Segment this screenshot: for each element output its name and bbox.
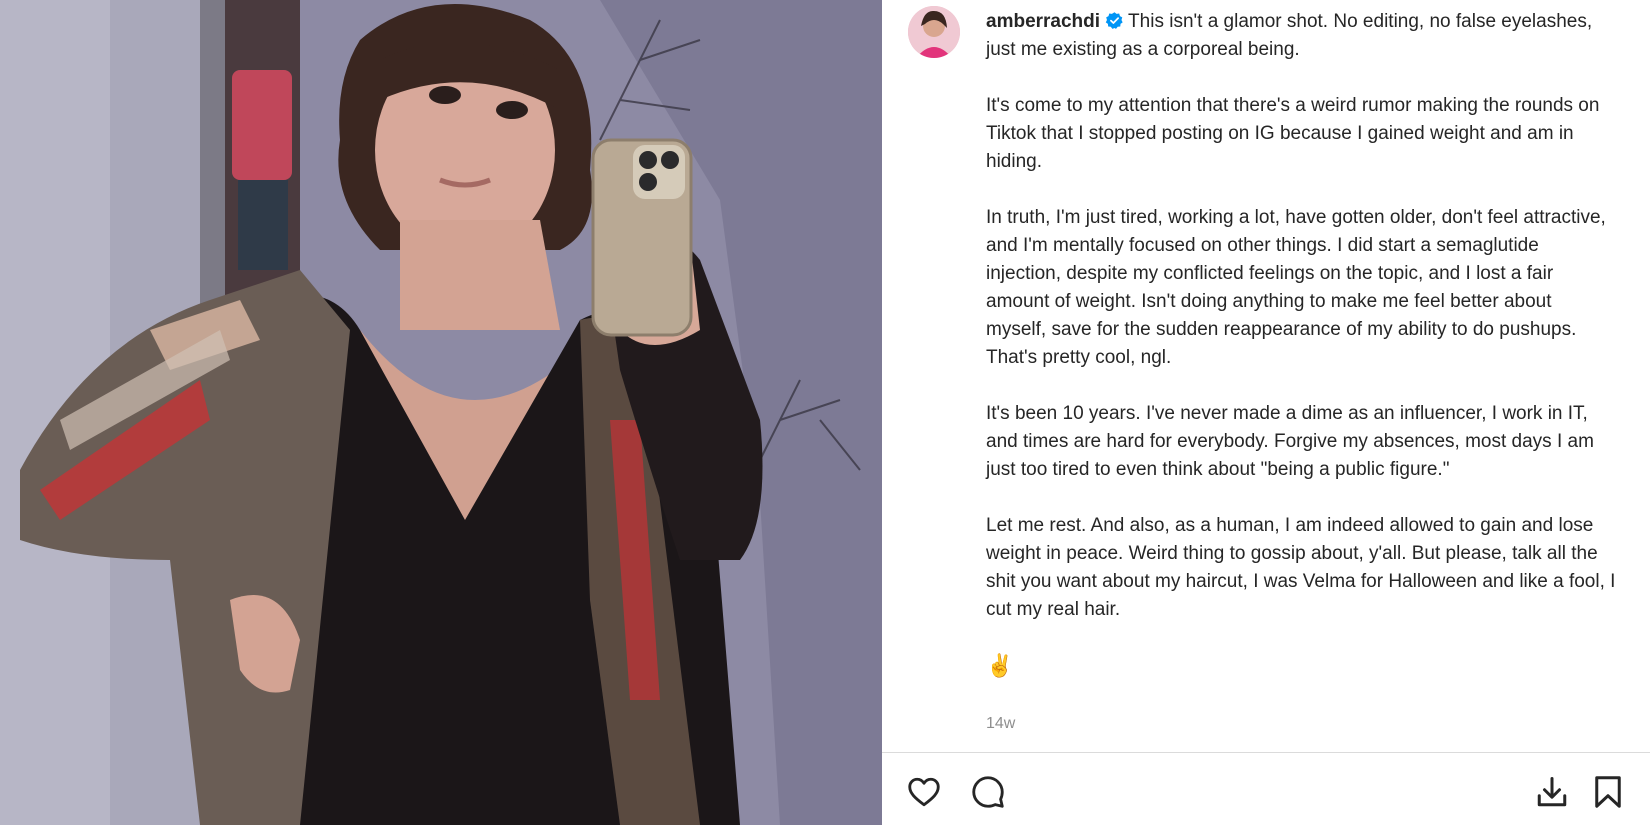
post-caption: amberrachdi This isn't a glamor shot. No … — [986, 8, 1616, 708]
caption-area: amberrachdi This isn't a glamor shot. No … — [882, 0, 1650, 752]
download-icon — [1537, 777, 1567, 807]
instagram-post: amberrachdi This isn't a glamor shot. No … — [0, 0, 1650, 825]
comment-bubble-icon — [972, 776, 1004, 808]
selfie-image — [0, 0, 882, 825]
verified-badge-icon — [1105, 12, 1123, 29]
action-bar — [882, 752, 1650, 825]
avatar[interactable] — [908, 6, 960, 58]
caption-paragraph: Let me rest. And also, as a human, I am … — [986, 515, 1616, 620]
save-button[interactable] — [1588, 772, 1628, 812]
comment-button[interactable] — [968, 772, 1008, 812]
caption-first-paragraph: amberrachdi This isn't a glamor shot. No … — [986, 8, 1616, 64]
username-link[interactable]: amberrachdi — [986, 11, 1100, 32]
caption-panel: amberrachdi This isn't a glamor shot. No … — [882, 0, 1650, 825]
post-timestamp[interactable]: 14w — [986, 715, 1015, 733]
avatar-image — [908, 6, 960, 58]
download-button[interactable] — [1532, 772, 1572, 812]
bookmark-icon — [1595, 776, 1621, 808]
caption-paragraph: It's come to my attention that there's a… — [986, 95, 1600, 172]
caption-paragraph: It's been 10 years. I've never made a di… — [986, 403, 1594, 480]
post-photo[interactable] — [0, 0, 882, 825]
heart-icon — [908, 777, 940, 807]
caption-paragraph: In truth, I'm just tired, working a lot,… — [986, 207, 1606, 368]
peace-emoji: ✌️ — [986, 653, 1014, 678]
like-button[interactable] — [904, 772, 944, 812]
